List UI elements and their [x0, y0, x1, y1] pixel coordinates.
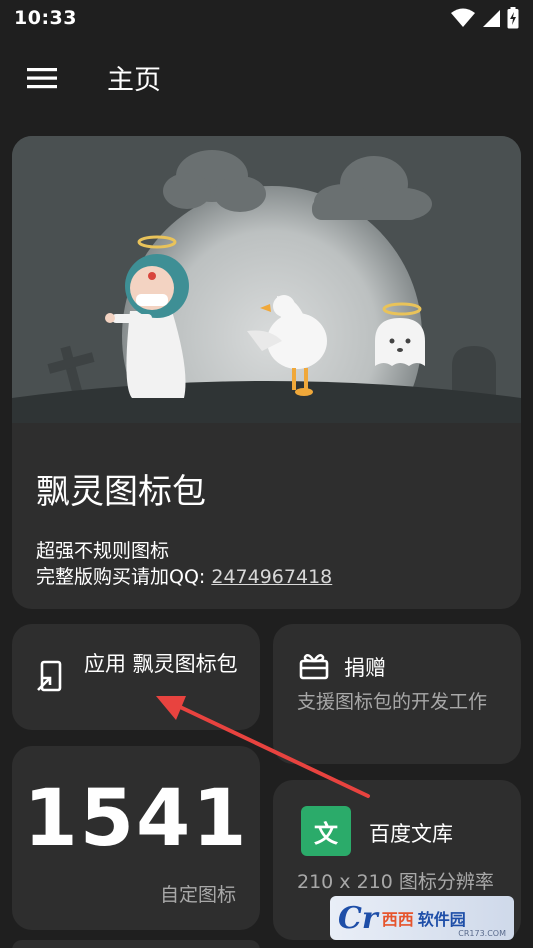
- watermark-text-b: 软件园: [417, 910, 466, 929]
- gift-icon: [299, 654, 329, 680]
- hero-card: 飘灵图标包 超强不规则图标 完整版购买请加QQ: 2474967418: [12, 136, 521, 609]
- watermark-text-a: 西西: [381, 910, 414, 929]
- ghost-graveyard-illustration: [12, 136, 521, 486]
- status-time: 10:33: [14, 7, 77, 29]
- hero-description: 超强不规则图标: [36, 540, 170, 562]
- site-watermark-logo: Cr 西西 软件园 CR173.COM: [330, 896, 514, 940]
- hero-illustration: [12, 136, 521, 486]
- wenku-icon: 文: [301, 806, 351, 856]
- icon-count-value: 1541: [23, 774, 249, 864]
- next-card-partial: [12, 940, 260, 948]
- menu-button[interactable]: [22, 62, 62, 94]
- page-title: 主页: [107, 65, 161, 96]
- donate-label: 捐赠: [344, 656, 386, 680]
- baidu-wenku-label: 百度文库: [369, 822, 453, 846]
- qq-number-link[interactable]: 2474967418: [211, 566, 332, 588]
- purchase-contact-prefix: 完整版购买请加QQ:: [36, 566, 212, 588]
- wifi-icon: [451, 8, 475, 27]
- app-bar: 主页: [0, 36, 533, 120]
- status-bar: 10:33: [0, 0, 533, 36]
- apply-icon-pack-label: 应用 飘灵图标包: [84, 652, 238, 676]
- watermark-url: CR173.COM: [458, 929, 506, 938]
- apply-icon: [37, 660, 62, 692]
- status-icons: [451, 7, 519, 29]
- icon-resolution-description: 210 x 210 图标分辨率: [297, 871, 494, 893]
- donate-card[interactable]: 捐赠 支援图标包的开发工作: [273, 624, 521, 764]
- hero-title: 飘灵图标包: [36, 472, 206, 512]
- donate-description: 支援图标包的开发工作: [297, 691, 488, 713]
- watermark-logo-mark: Cr: [338, 900, 378, 936]
- purchase-contact-line: 完整版购买请加QQ: 2474967418: [36, 562, 332, 589]
- apply-icon-pack-card[interactable]: 应用 飘灵图标包: [12, 624, 260, 730]
- signal-icon: [483, 10, 500, 27]
- battery-charging-icon: [507, 7, 519, 29]
- icon-count-card: 1541 自定图标: [12, 746, 260, 930]
- menu-icon: [27, 68, 57, 89]
- icon-count-label: 自定图标: [159, 884, 236, 906]
